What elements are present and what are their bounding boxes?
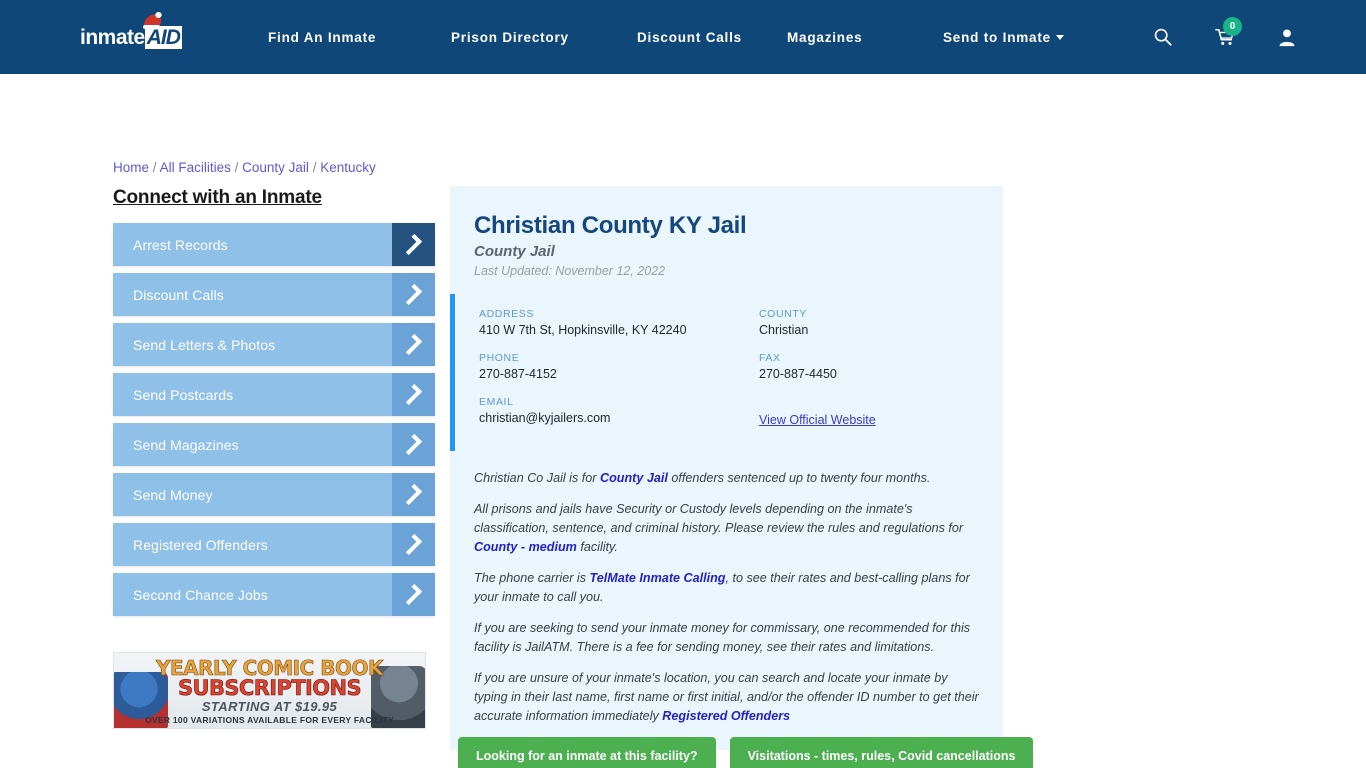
nav-item-prison-directory[interactable]: Prison Directory <box>451 30 637 45</box>
phone-value: 270-887-4152 <box>479 367 557 381</box>
chevron-right-icon <box>392 423 435 466</box>
main-nav-links: Find An Inmate Prison Directory Discount… <box>268 0 1064 74</box>
chevron-down-icon <box>1055 34 1064 40</box>
description-paragraph-2: All prisons and jails have Security or C… <box>474 500 981 557</box>
p2-text-a: All prisons and jails have Security or C… <box>474 502 964 535</box>
ad-headline-line2: SUBSCRIPTIONS <box>178 676 362 701</box>
breadcrumb-separator: / <box>312 160 317 175</box>
p1-link-county-jail[interactable]: County Jail <box>600 471 668 485</box>
comic-book-ad-banner[interactable]: YEARLY COMIC BOOK SUBSCRIPTIONS STARTING… <box>113 652 426 729</box>
breadcrumb-separator: / <box>234 160 239 175</box>
top-navigation-bar: inmateAID Find An Inmate Prison Director… <box>0 0 1366 74</box>
sidebar-item-second-chance-jobs[interactable]: Second Chance Jobs <box>113 573 435 616</box>
sidebar-item-send-postcards[interactable]: Send Postcards <box>113 373 435 416</box>
chevron-right-icon <box>392 323 435 366</box>
nav-item-send-to-inmate-label: Send to Inmate <box>943 29 1051 45</box>
view-official-website-link[interactable]: View Official Website <box>759 413 876 427</box>
description-paragraph-4: If you are seeking to send your inmate m… <box>474 621 971 654</box>
sidebar-item-label: Registered Offenders <box>133 536 268 553</box>
address-label: ADDRESS <box>479 308 534 320</box>
chevron-right-icon <box>392 273 435 316</box>
user-icon[interactable] <box>1276 26 1298 48</box>
sidebar-item-label: Arrest Records <box>133 236 228 253</box>
breadcrumb-item-kentucky[interactable]: Kentucky <box>320 160 376 175</box>
chevron-right-icon <box>392 473 435 516</box>
cta-button-row: Looking for an inmate at this facility? … <box>450 737 1034 768</box>
facility-type: County Jail <box>474 243 555 260</box>
fax-field: FAX 270-887-4450 <box>759 352 979 381</box>
sidebar-heading: Connect with an Inmate <box>113 187 322 208</box>
cart-count-badge: 0 <box>1223 17 1242 36</box>
sidebar-item-label: Send Letters & Photos <box>133 336 276 353</box>
county-label: COUNTY <box>759 308 807 320</box>
description-paragraph-1: Christian Co Jail is for County Jail off… <box>474 469 981 488</box>
nav-icon-group: 0 <box>1152 0 1298 74</box>
logo-text-primary: inmate <box>80 26 145 49</box>
p3-text-a: The phone carrier is <box>474 571 590 585</box>
p2-text-b: facility. <box>576 540 618 554</box>
sidebar-item-label: Discount Calls <box>133 286 224 303</box>
search-icon[interactable] <box>1152 26 1174 48</box>
email-field: EMAIL christian@kyjailers.com <box>479 396 759 429</box>
ad-subtext-line: OVER 100 VARIATIONS AVAILABLE FOR EVERY … <box>144 715 395 725</box>
official-website-field: View Official Website <box>759 396 979 429</box>
sidebar-item-label: Second Chance Jobs <box>133 586 268 603</box>
address-field: ADDRESS 410 W 7th St, Hopkinsville, KY 4… <box>479 308 759 337</box>
sidebar-item-label: Send Magazines <box>133 436 239 453</box>
p5-link-registered-offenders[interactable]: Registered Offenders <box>662 709 790 723</box>
visitations-info-button[interactable]: Visitations - times, rules, Covid cancel… <box>729 737 1034 768</box>
facility-detail-panel: Christian County KY Jail County Jail Las… <box>450 186 1003 750</box>
facility-contact-block: ADDRESS 410 W 7th St, Hopkinsville, KY 4… <box>450 294 1003 451</box>
p1-text-b: offenders sentenced up to twenty four mo… <box>667 471 931 485</box>
p3-link-telmate[interactable]: TelMate Inmate Calling <box>590 571 726 585</box>
facility-header: Christian County KY Jail County Jail Las… <box>450 186 1003 294</box>
email-label: EMAIL <box>479 396 514 408</box>
county-field: COUNTY Christian <box>759 308 979 337</box>
page-title: Christian County KY Jail <box>474 212 747 239</box>
nav-item-magazines[interactable]: Magazines <box>787 30 943 45</box>
sidebar-item-label: Send Postcards <box>133 386 234 403</box>
ad-price-line: STARTING AT $19.95 <box>201 699 338 714</box>
page-body: Home / All Facilities / County Jail / Ke… <box>0 74 1366 768</box>
description-paragraph-5: If you are unsure of your inmate's locat… <box>474 669 981 726</box>
facility-description: Christian Co Jail is for County Jail off… <box>450 451 1003 750</box>
breadcrumb-item-all-facilities[interactable]: All Facilities <box>160 160 231 175</box>
sidebar-item-registered-offenders[interactable]: Registered Offenders <box>113 523 435 566</box>
description-paragraph-3: The phone carrier is TelMate Inmate Call… <box>474 569 981 607</box>
nav-item-discount-calls[interactable]: Discount Calls <box>637 30 787 45</box>
breadcrumb-separator: / <box>152 160 157 175</box>
phone-field: PHONE 270-887-4152 <box>479 352 759 381</box>
sidebar: Connect with an Inmate Arrest Records Di… <box>113 187 435 623</box>
sidebar-item-discount-calls[interactable]: Discount Calls <box>113 273 435 316</box>
sidebar-item-arrest-records[interactable]: Arrest Records <box>113 223 435 266</box>
chevron-right-icon <box>392 573 435 616</box>
site-logo[interactable]: inmateAID <box>80 12 192 55</box>
sidebar-item-label: Send Money <box>133 486 213 503</box>
chevron-right-icon <box>392 223 435 266</box>
nav-item-find-an-inmate[interactable]: Find An Inmate <box>268 30 451 45</box>
breadcrumb-item-home[interactable]: Home <box>113 160 149 175</box>
nav-item-send-to-inmate[interactable]: Send to Inmate <box>943 29 1064 45</box>
email-value: christian@kyjailers.com <box>479 411 611 425</box>
last-updated-text: Last Updated: November 12, 2022 <box>474 264 666 278</box>
chevron-right-icon <box>392 373 435 416</box>
p2-link-county-medium[interactable]: County - medium <box>474 540 577 554</box>
fax-value: 270-887-4450 <box>759 367 837 381</box>
sidebar-item-send-letters-photos[interactable]: Send Letters & Photos <box>113 323 435 366</box>
phone-label: PHONE <box>479 352 520 364</box>
sidebar-item-send-magazines[interactable]: Send Magazines <box>113 423 435 466</box>
p1-text-a: Christian Co Jail is for <box>474 471 600 485</box>
cart-icon[interactable]: 0 <box>1214 17 1242 48</box>
sidebar-item-send-money[interactable]: Send Money <box>113 473 435 516</box>
fax-label: FAX <box>759 352 781 364</box>
chevron-right-icon <box>392 523 435 566</box>
breadcrumb: Home / All Facilities / County Jail / Ke… <box>113 160 376 175</box>
address-value: 410 W 7th St, Hopkinsville, KY 42240 <box>479 323 687 337</box>
looking-for-inmate-button[interactable]: Looking for an inmate at this facility? <box>458 737 716 768</box>
santa-hat-icon <box>143 12 162 29</box>
county-value: Christian <box>759 323 809 337</box>
breadcrumb-item-county-jail[interactable]: County Jail <box>242 160 309 175</box>
